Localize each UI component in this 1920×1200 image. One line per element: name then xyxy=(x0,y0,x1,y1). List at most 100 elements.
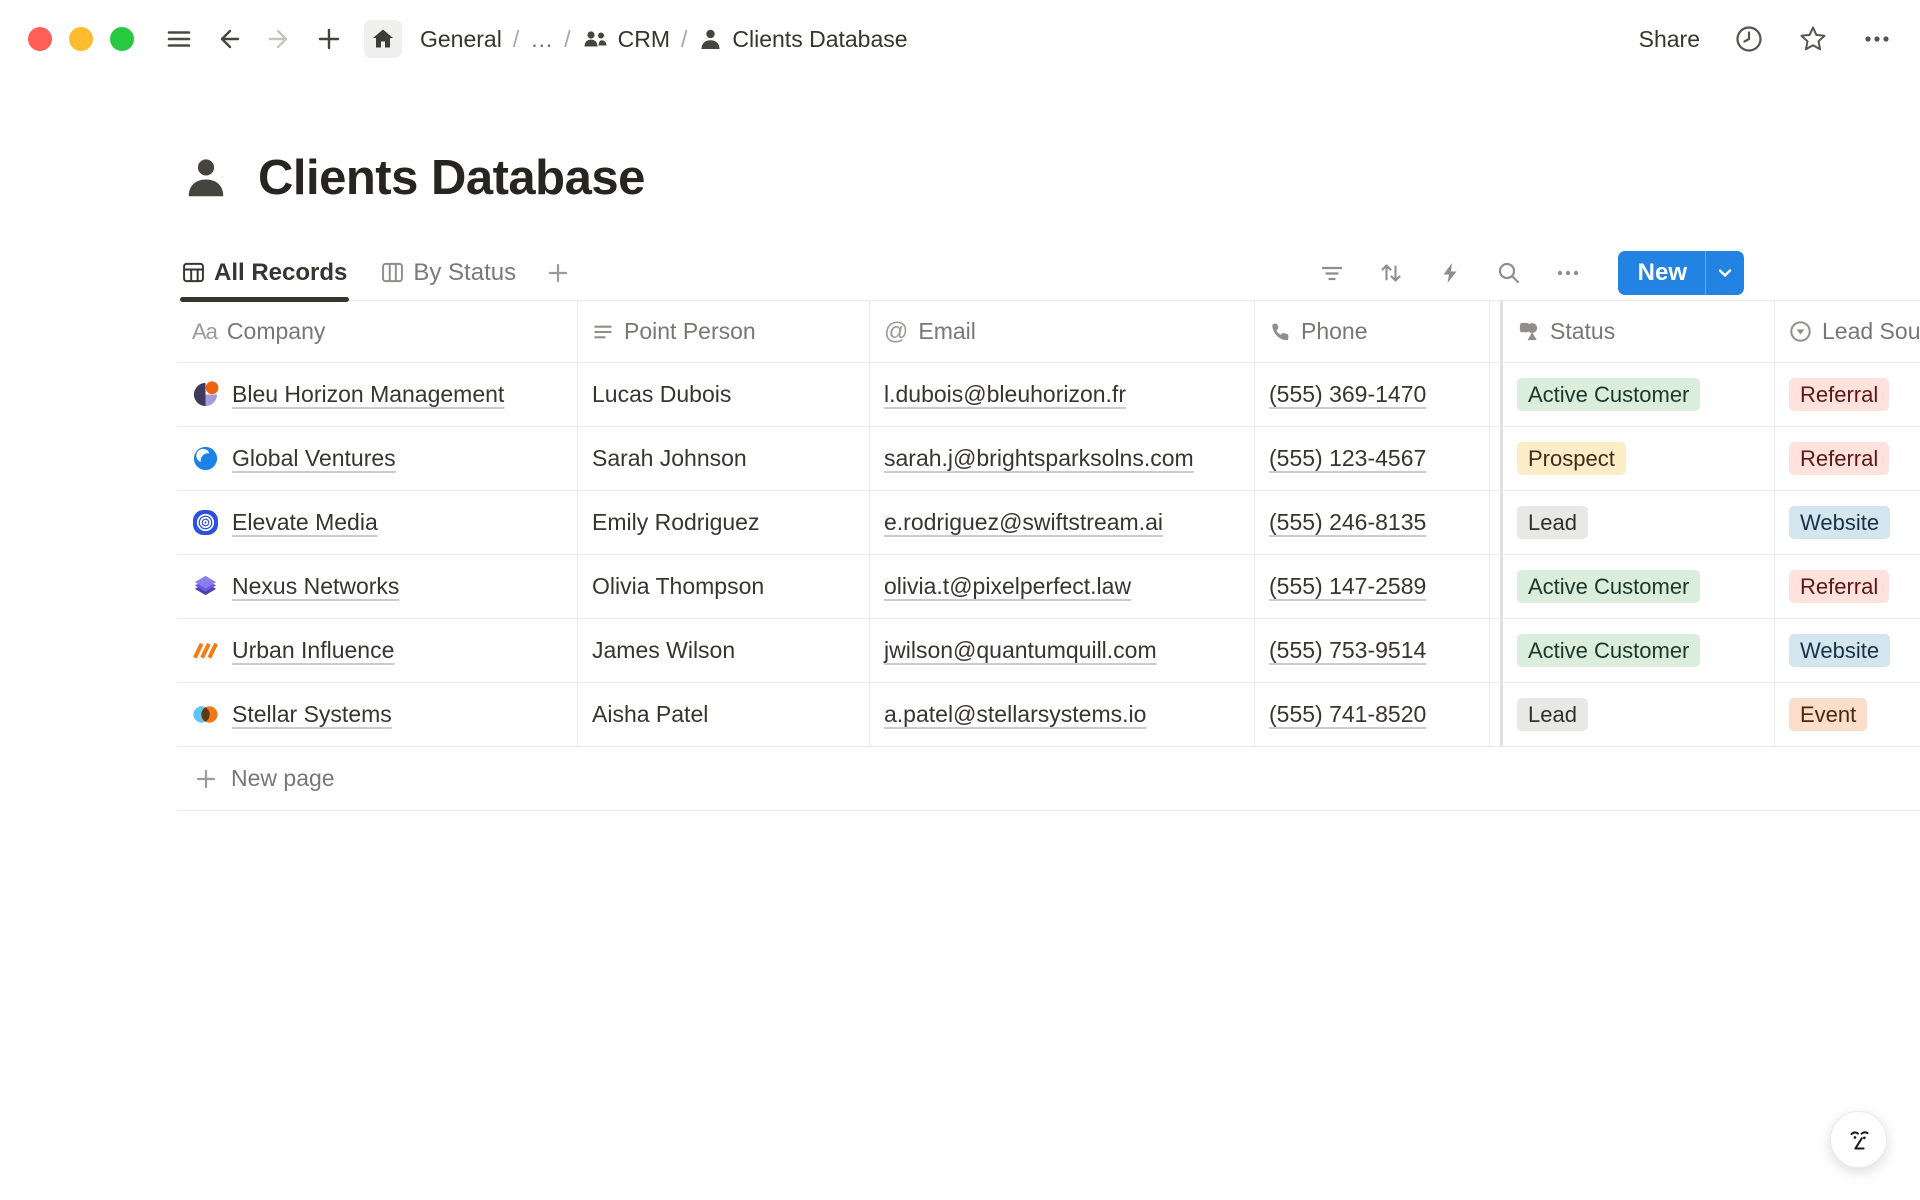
page-title[interactable]: Clients Database xyxy=(258,150,645,206)
phone-cell[interactable]: (555) 741-8520 xyxy=(1255,683,1490,746)
hamburger-icon[interactable] xyxy=(164,24,194,54)
source-badge[interactable]: Referral xyxy=(1789,442,1889,475)
sort-icon[interactable] xyxy=(1378,260,1404,286)
search-icon[interactable] xyxy=(1496,260,1522,286)
page-title-person-icon[interactable] xyxy=(182,154,230,202)
status-badge[interactable]: Active Customer xyxy=(1517,634,1700,667)
company-page-link[interactable]: Urban Influence xyxy=(232,637,394,664)
point-person-cell[interactable]: Sarah Johnson xyxy=(578,427,870,490)
email-cell[interactable]: jwilson@quantumquill.com xyxy=(870,619,1255,682)
ellipsis-icon[interactable] xyxy=(1862,24,1892,54)
source-badge[interactable]: Event xyxy=(1789,698,1867,731)
filter-icon[interactable] xyxy=(1319,260,1345,286)
company-page-link[interactable]: Stellar Systems xyxy=(232,701,392,728)
company-cell[interactable]: Stellar Systems xyxy=(178,683,578,746)
tab-all-records[interactable]: All Records xyxy=(182,245,347,300)
add-view-button[interactable] xyxy=(546,245,570,300)
new-page-row[interactable]: New page xyxy=(178,747,1920,811)
email-link[interactable]: sarah.j@brightsparksolns.com xyxy=(884,445,1194,472)
phone-link[interactable]: (555) 246-8135 xyxy=(1269,509,1426,536)
back-arrow-icon[interactable] xyxy=(214,24,244,54)
tab-by-status[interactable]: By Status xyxy=(381,245,516,300)
phone-link[interactable]: (555) 753-9514 xyxy=(1269,637,1426,664)
column-header-source[interactable]: Lead Source xyxy=(1775,301,1920,362)
email-link[interactable]: l.dubois@bleuhorizon.fr xyxy=(884,381,1126,408)
minimize-window-button[interactable] xyxy=(69,27,93,51)
company-cell[interactable]: Bleu Horizon Management xyxy=(178,363,578,426)
column-header-email[interactable]: @Email xyxy=(870,301,1255,362)
phone-cell[interactable]: (555) 753-9514 xyxy=(1255,619,1490,682)
source-cell[interactable]: Event xyxy=(1775,683,1920,746)
company-cell[interactable]: Elevate Media xyxy=(178,491,578,554)
phone-cell[interactable]: (555) 369-1470 xyxy=(1255,363,1490,426)
home-button[interactable] xyxy=(364,20,402,58)
email-link[interactable]: olivia.t@pixelperfect.law xyxy=(884,573,1131,600)
status-badge[interactable]: Lead xyxy=(1517,698,1588,731)
status-cell[interactable]: Active Customer xyxy=(1503,363,1775,426)
company-page-link[interactable]: Global Ventures xyxy=(232,445,396,472)
company-cell[interactable]: Nexus Networks xyxy=(178,555,578,618)
source-badge[interactable]: Website xyxy=(1789,506,1890,539)
email-cell[interactable]: l.dubois@bleuhorizon.fr xyxy=(870,363,1255,426)
source-cell[interactable]: Website xyxy=(1775,491,1920,554)
phone-link[interactable]: (555) 123-4567 xyxy=(1269,445,1426,472)
email-cell[interactable]: sarah.j@brightsparksolns.com xyxy=(870,427,1255,490)
status-badge[interactable]: Active Customer xyxy=(1517,570,1700,603)
status-badge[interactable]: Lead xyxy=(1517,506,1588,539)
email-cell[interactable]: olivia.t@pixelperfect.law xyxy=(870,555,1255,618)
email-link[interactable]: a.patel@stellarsystems.io xyxy=(884,701,1146,728)
close-window-button[interactable] xyxy=(28,27,52,51)
share-button[interactable]: Share xyxy=(1639,26,1700,53)
notion-ai-button[interactable] xyxy=(1830,1111,1887,1168)
point-person-cell[interactable]: Olivia Thompson xyxy=(578,555,870,618)
column-header-person[interactable]: Point Person xyxy=(578,301,870,362)
phone-link[interactable]: (555) 147-2589 xyxy=(1269,573,1426,600)
company-page-link[interactable]: Bleu Horizon Management xyxy=(232,381,504,408)
new-button[interactable]: New xyxy=(1618,251,1744,295)
zoom-window-button[interactable] xyxy=(110,27,134,51)
phone-link[interactable]: (555) 741-8520 xyxy=(1269,701,1426,728)
status-badge[interactable]: Active Customer xyxy=(1517,378,1700,411)
breadcrumb-general[interactable]: General xyxy=(414,22,508,57)
status-cell[interactable]: Prospect xyxy=(1503,427,1775,490)
point-person-cell[interactable]: James Wilson xyxy=(578,619,870,682)
column-header-phone[interactable]: Phone xyxy=(1255,301,1490,362)
breadcrumb-crm[interactable]: CRM xyxy=(576,22,676,57)
breadcrumb-clients-database[interactable]: Clients Database xyxy=(692,22,913,57)
point-person-cell[interactable]: Aisha Patel xyxy=(578,683,870,746)
email-link[interactable]: e.rodriguez@swiftstream.ai xyxy=(884,509,1163,536)
forward-arrow-icon[interactable] xyxy=(264,24,294,54)
column-header-status[interactable]: Status xyxy=(1503,301,1775,362)
clock-icon[interactable] xyxy=(1734,24,1764,54)
status-badge[interactable]: Prospect xyxy=(1517,442,1626,475)
company-cell[interactable]: Urban Influence xyxy=(178,619,578,682)
column-header-company[interactable]: AaCompany xyxy=(178,301,578,362)
point-person-cell[interactable]: Emily Rodriguez xyxy=(578,491,870,554)
source-badge[interactable]: Referral xyxy=(1789,570,1889,603)
more-icon[interactable] xyxy=(1555,260,1581,286)
company-cell[interactable]: Global Ventures xyxy=(178,427,578,490)
source-cell[interactable]: Referral xyxy=(1775,555,1920,618)
phone-link[interactable]: (555) 369-1470 xyxy=(1269,381,1426,408)
new-button-label[interactable]: New xyxy=(1618,251,1705,295)
source-cell[interactable]: Referral xyxy=(1775,363,1920,426)
source-cell[interactable]: Website xyxy=(1775,619,1920,682)
point-person-cell[interactable]: Lucas Dubois xyxy=(578,363,870,426)
status-cell[interactable]: Active Customer xyxy=(1503,555,1775,618)
source-badge[interactable]: Website xyxy=(1789,634,1890,667)
status-cell[interactable]: Active Customer xyxy=(1503,619,1775,682)
phone-cell[interactable]: (555) 246-8135 xyxy=(1255,491,1490,554)
status-cell[interactable]: Lead xyxy=(1503,683,1775,746)
lightning-icon[interactable] xyxy=(1437,260,1463,286)
phone-cell[interactable]: (555) 147-2589 xyxy=(1255,555,1490,618)
company-page-link[interactable]: Elevate Media xyxy=(232,509,378,536)
source-cell[interactable]: Referral xyxy=(1775,427,1920,490)
phone-cell[interactable]: (555) 123-4567 xyxy=(1255,427,1490,490)
email-cell[interactable]: e.rodriguez@swiftstream.ai xyxy=(870,491,1255,554)
status-cell[interactable]: Lead xyxy=(1503,491,1775,554)
star-icon[interactable] xyxy=(1798,24,1828,54)
email-cell[interactable]: a.patel@stellarsystems.io xyxy=(870,683,1255,746)
company-page-link[interactable]: Nexus Networks xyxy=(232,573,399,600)
email-link[interactable]: jwilson@quantumquill.com xyxy=(884,637,1157,664)
breadcrumb-ellipsis[interactable]: … xyxy=(524,22,559,57)
